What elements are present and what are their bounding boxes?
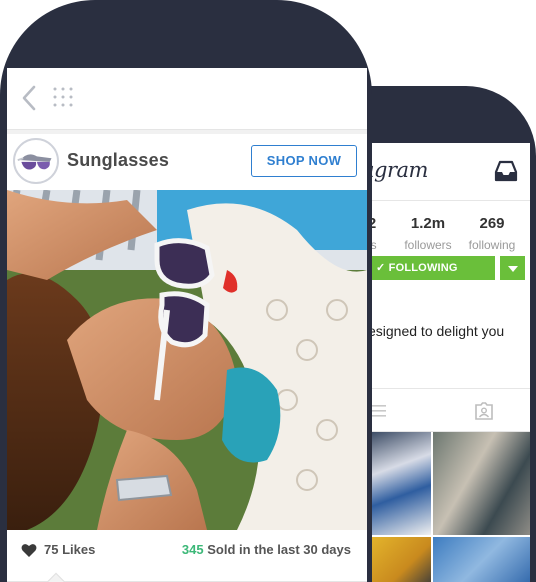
tagged-photos-icon[interactable] xyxy=(474,402,494,420)
grid-photo-2[interactable] xyxy=(433,432,530,535)
stat-followers[interactable]: 1.2m followers xyxy=(398,215,458,252)
sunglasses-logo-icon xyxy=(17,154,52,170)
comment-notch xyxy=(45,572,67,582)
post-title: Sunglasses xyxy=(67,150,170,170)
profile-header: agram xyxy=(368,143,530,201)
avatar[interactable] xyxy=(13,138,59,184)
likes-count[interactable]: 75 Likes xyxy=(44,542,95,557)
profile-view-tabs xyxy=(368,388,530,432)
following-label: following xyxy=(468,238,516,252)
brand-logo: agram xyxy=(368,158,428,182)
followers-label: followers xyxy=(404,238,452,252)
sold-info: 345 Sold in the last 30 days xyxy=(182,542,351,557)
post-footer: 75 Likes 345 Sold in the last 30 days xyxy=(7,530,367,582)
heart-icon[interactable] xyxy=(21,543,37,558)
stat-following[interactable]: 269 following xyxy=(468,215,516,252)
grid-photo-4[interactable] xyxy=(433,537,530,582)
sold-text: Sold in the last 30 days xyxy=(207,542,351,557)
grid-dots-icon[interactable] xyxy=(53,87,73,107)
following-button[interactable]: ✓ FOLLOWING xyxy=(370,256,495,280)
chevron-left-icon[interactable] xyxy=(19,84,39,112)
sold-count: 345 xyxy=(181,542,204,557)
post-header: Sunglasses SHOP NOW xyxy=(7,134,367,190)
following-count: 269 xyxy=(479,215,505,232)
shop-now-button[interactable]: SHOP NOW xyxy=(251,145,357,177)
product-photo[interactable] xyxy=(7,190,367,530)
front-phone-screen: Sunglasses SHOP NOW 75 Likes 345 Sold in… xyxy=(7,68,367,582)
photo-illustration xyxy=(7,190,367,530)
followers-count: 1.2m xyxy=(410,215,446,232)
profile-bio: esigned to delight you xyxy=(368,323,505,339)
follow-dropdown-button[interactable] xyxy=(500,256,525,280)
back-phone-screen: agram 2 ts 1.2m followers 269 following … xyxy=(368,143,530,582)
grid-photo-1[interactable] xyxy=(370,432,431,535)
inbox-icon[interactable] xyxy=(494,160,518,182)
grid-photo-3[interactable] xyxy=(370,537,431,582)
top-nav-bar xyxy=(7,68,367,130)
